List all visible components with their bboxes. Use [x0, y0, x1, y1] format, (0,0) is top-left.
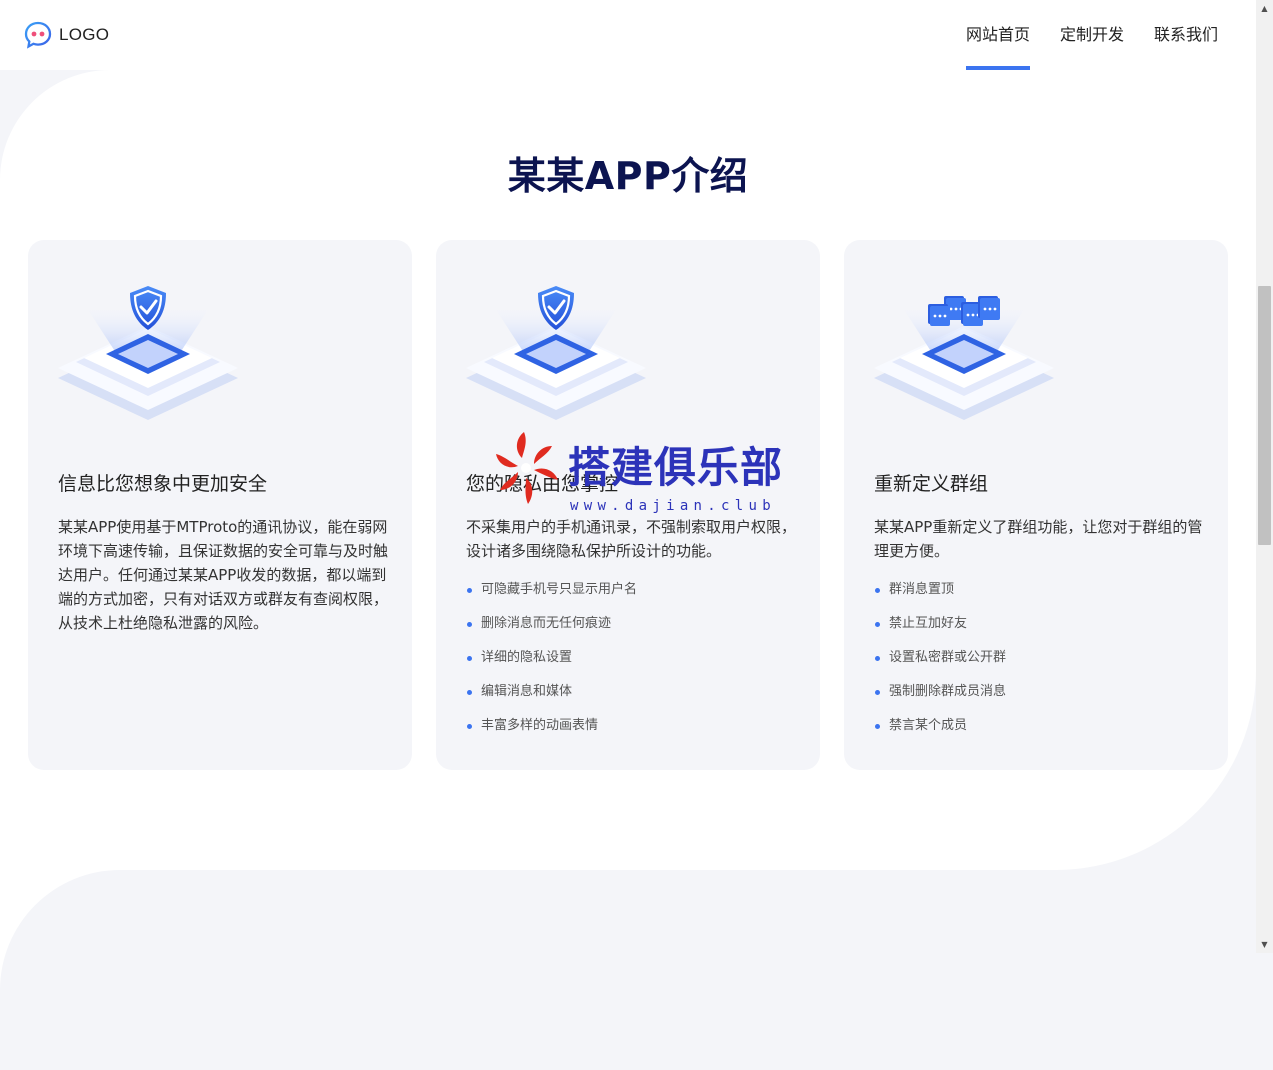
- watermark-url: www.dajian.club: [570, 498, 776, 514]
- pinwheel-logo-icon: [496, 432, 558, 504]
- card-title: 重新定义群组: [874, 473, 989, 495]
- list-item: 强制删除群成员消息: [874, 680, 1006, 714]
- feature-card-security: 信息比您想象中更加安全 某某APP使用基于MTProto的通讯协议，能在弱网环境…: [28, 240, 412, 770]
- main-nav: 网站首页 定制开发 联系我们: [936, 0, 1218, 70]
- nav-item-home[interactable]: 网站首页: [965, 0, 1030, 70]
- shield-check-icon: [58, 286, 238, 420]
- watermark: 搭建俱乐部 www.dajian.club: [488, 428, 788, 520]
- feature-card-groups: 重新定义群组 某某APP重新定义了群组功能，让您对于群组的管理更方便。 群消息置…: [844, 240, 1228, 770]
- vertical-scrollbar[interactable]: ▲ ▼: [1256, 0, 1273, 953]
- logo[interactable]: LOGO: [24, 21, 109, 49]
- list-item: 禁言某个成员: [874, 714, 1006, 748]
- list-item: 删除消息而无任何痕迹: [466, 612, 637, 646]
- next-section-curve: [0, 870, 1256, 1070]
- logo-text: LOGO: [59, 25, 110, 44]
- section-title: 某某APP介绍: [507, 154, 749, 198]
- watermark-text: 搭建俱乐部: [568, 443, 784, 492]
- list-item: 设置私密群或公开群: [874, 646, 1006, 680]
- card-description: 不采集用户的手机通讯录，不强制索取用户权限，设计诸多围绕隐私保护所设计的功能。: [466, 518, 797, 560]
- feature-list: 可隐藏手机号只显示用户名 删除消息而无任何痕迹 详细的隐私设置 编辑消息和媒体 …: [466, 578, 637, 748]
- list-item: 编辑消息和媒体: [466, 680, 637, 714]
- card-description: 某某APP重新定义了群组功能，让您对于群组的管理更方便。: [874, 518, 1203, 560]
- list-item: 详细的隐私设置: [466, 646, 637, 680]
- chat-bubble-logo-icon: [24, 21, 52, 49]
- feature-list: 群消息置顶 禁止互加好友 设置私密群或公开群 强制删除群成员消息 禁言某个成员: [874, 578, 1006, 748]
- list-item: 禁止互加好友: [874, 612, 1006, 646]
- chat-bubbles-icon: [874, 296, 1054, 420]
- nav-item-contact[interactable]: 联系我们: [1154, 0, 1218, 70]
- list-item: 群消息置顶: [874, 578, 1006, 612]
- nav-item-custom-dev[interactable]: 定制开发: [1060, 0, 1124, 70]
- card-description: 某某APP使用基于MTProto的通讯协议，能在弱网环境下高速传输，且保证数据的…: [58, 518, 389, 632]
- list-item: 丰富多样的动画表情: [466, 714, 637, 748]
- shield-check-icon: [466, 286, 646, 420]
- list-item: 可隐藏手机号只显示用户名: [466, 578, 637, 612]
- card-title: 信息比您想象中更加安全: [58, 473, 268, 495]
- scroll-down-arrow-icon[interactable]: ▼: [1256, 936, 1273, 953]
- scrollbar-thumb[interactable]: [1258, 286, 1271, 545]
- scroll-up-arrow-icon[interactable]: ▲: [1256, 0, 1273, 17]
